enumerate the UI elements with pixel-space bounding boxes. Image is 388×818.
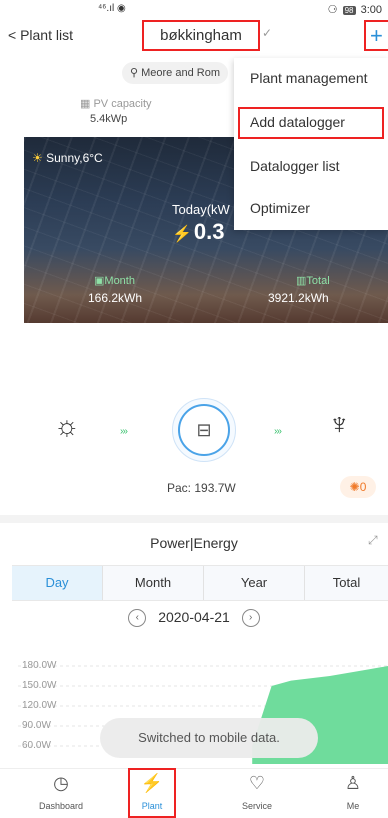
pac-value: Pac: 193.7W — [167, 481, 236, 495]
grid-tower-icon: ♆ — [328, 408, 351, 441]
status-right-group: ⚆ 98 3:00 — [328, 3, 382, 16]
flow-arrows-icon: ››› — [274, 426, 282, 437]
status-icon: ⚆ — [327, 4, 338, 16]
alarm-icon: ✺ — [349, 480, 360, 494]
menu-item-plant-management[interactable]: Plant management — [250, 70, 368, 86]
menu-item-datalogger-list[interactable]: Datalogger list — [250, 158, 340, 174]
alarm-badge[interactable]: ✺0 — [340, 476, 376, 498]
pv-capacity-label: ▦ PV capacity — [80, 97, 152, 110]
total-energy-value: 3921.2kWh — [268, 291, 329, 305]
chevron-down-icon[interactable]: ✓ — [262, 26, 272, 40]
date-selector: ‹ 2020-04-21 › — [0, 609, 388, 633]
service-icon: ♡ — [248, 773, 266, 793]
menu-item-add-datalogger[interactable]: Add datalogger — [250, 114, 345, 130]
location-text: Meore and Rom — [141, 67, 220, 79]
section-divider — [0, 515, 388, 523]
nav-service-label: Service — [241, 801, 272, 811]
flow-arrows-icon: ››› — [120, 426, 128, 437]
clock: 3:00 — [360, 4, 382, 16]
nav-dashboard-label: Dashboard — [38, 801, 84, 811]
next-date-button[interactable]: › — [241, 609, 260, 628]
battery-icon: 98 — [342, 6, 356, 15]
month-label-text: Month — [104, 275, 135, 287]
nav-service[interactable]: ♡ Service — [222, 773, 292, 811]
weather-info: ☀ Sunny,6°C — [32, 151, 103, 165]
y-tick-label: 60.0W — [22, 740, 51, 751]
toast-message: Switched to mobile data. — [100, 718, 318, 758]
add-menu-button[interactable]: + — [364, 20, 388, 51]
power-energy-title: Power|Energy — [150, 535, 238, 551]
expand-icon[interactable]: ⤢ — [368, 533, 378, 548]
tab-month[interactable]: Month — [103, 566, 203, 600]
tab-day[interactable]: Day — [12, 566, 102, 600]
y-tick-label: 120.0W — [22, 700, 57, 711]
pv-capacity-value: 5.4kWp — [90, 113, 128, 125]
today-power-label: Today(kW — [172, 202, 230, 217]
dashboard-icon: ◷ — [53, 773, 69, 793]
current-date[interactable]: 2020-04-21 — [158, 609, 230, 625]
back-to-plant-list-button[interactable]: < Plant list — [8, 27, 73, 43]
total-label-text: Total — [306, 275, 330, 287]
pv-capacity-label-text: PV capacity — [93, 98, 152, 110]
me-icon: ♙ — [344, 773, 362, 793]
month-energy-value: 166.2kWh — [88, 291, 143, 305]
today-power-number: 0.3 — [193, 219, 225, 244]
highlight-box — [128, 768, 176, 818]
y-tick-label: 90.0W — [22, 720, 51, 731]
add-dropdown-menu: Plant management Add datalogger Datalogg… — [234, 58, 388, 230]
today-power-value: ⚡0.3 — [172, 219, 225, 245]
chart-icon: ▥ — [296, 275, 307, 287]
y-tick-label: 180.0W — [22, 660, 57, 671]
status-bar: ⁴⁶.ıl ◉ ⚆ 98 3:00 — [0, 0, 388, 20]
total-energy-label: ▥Total — [296, 274, 330, 287]
sun-icon: ☀ — [32, 151, 43, 165]
y-tick-label: 150.0W — [22, 680, 57, 691]
nav-me[interactable]: ♙ Me — [318, 773, 388, 811]
location-pin-icon: ⚲ — [130, 67, 139, 79]
menu-item-optimizer[interactable]: Optimizer — [250, 200, 310, 216]
plant-name-selector[interactable]: bøkkingham — [142, 20, 260, 51]
nav-dashboard[interactable]: ◷ Dashboard — [26, 773, 96, 811]
tab-total[interactable]: Total — [305, 566, 388, 600]
weather-text: Sunny,6°C — [46, 151, 103, 165]
previous-date-button[interactable]: ‹ — [128, 609, 147, 628]
bolt-icon: ⚡ — [172, 226, 192, 243]
tab-year[interactable]: Year — [204, 566, 304, 600]
pv-panel-icon: ▦ — [80, 98, 91, 110]
solar-panel-sun-icon: ☼ — [54, 410, 80, 441]
period-tabs: Day Month Year Total — [12, 565, 388, 601]
plant-location: ⚲ Meore and Rom — [122, 62, 228, 84]
month-energy-label: ▣Month — [94, 274, 135, 287]
signal-indicator: ⁴⁶.ıl ◉ — [98, 3, 126, 14]
nav-me-label: Me — [346, 801, 360, 811]
bottom-nav: ◷ Dashboard ⚡ Plant ♡ Service ♙ Me — [0, 768, 388, 818]
calendar-icon: ▣ — [94, 275, 105, 287]
alarm-count: 0 — [359, 480, 367, 494]
inverter-icon[interactable]: ⊟ — [178, 404, 230, 456]
